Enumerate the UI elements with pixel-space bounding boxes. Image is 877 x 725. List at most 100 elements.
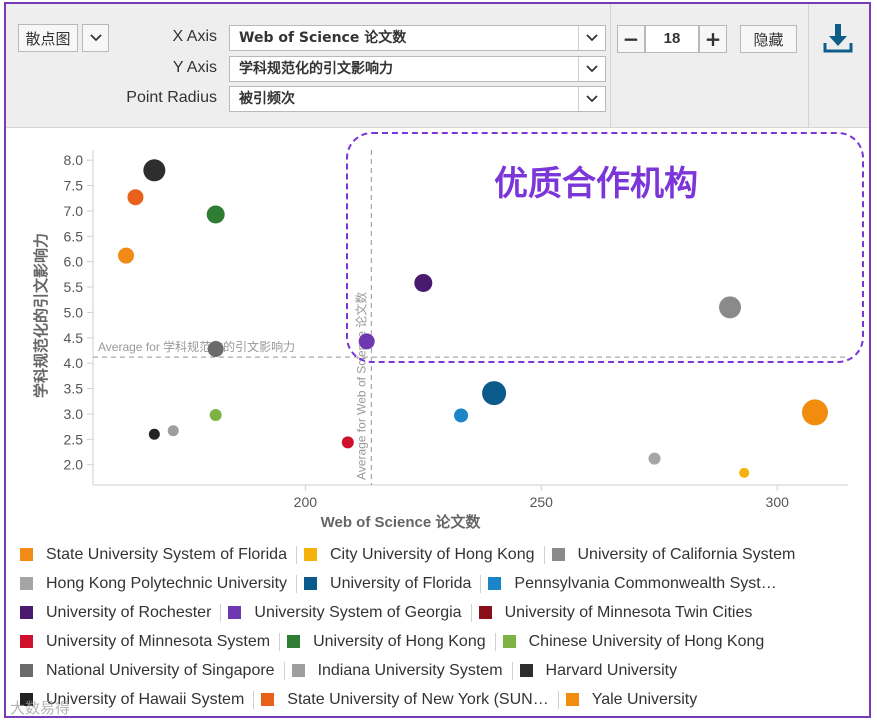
legend-separator (557, 690, 559, 709)
legend-separator (283, 661, 285, 680)
legend-label: University of California System (577, 545, 796, 563)
legend-item[interactable]: University System of Georgia (228, 603, 462, 622)
legend-label: Yale University (591, 690, 698, 708)
y-tick-label: 2.5 (64, 431, 84, 447)
legend-separator (470, 603, 472, 622)
legend-item[interactable]: State University of New York (SUN… (261, 690, 549, 709)
legend-item[interactable]: University of Minnesota Twin Cities (478, 603, 753, 622)
legend-row: University of Rochester University System… (20, 598, 865, 627)
y-tick-label: 5.0 (64, 304, 84, 320)
data-point[interactable] (454, 408, 469, 423)
legend-label: University of Hawaii System (46, 690, 245, 708)
y-tick-label: 7.0 (64, 203, 84, 219)
data-point[interactable] (143, 159, 166, 182)
data-point[interactable] (118, 247, 135, 264)
legend-item[interactable]: City University of Hong Kong (303, 545, 535, 564)
legend-separator (480, 574, 482, 593)
legend-swatch (20, 664, 33, 677)
data-point[interactable] (127, 189, 144, 206)
y-tick-label: 7.5 (64, 178, 84, 194)
y-tick-label: 4.5 (64, 330, 84, 346)
legend-item[interactable]: Chinese University of Hong Kong (502, 632, 765, 651)
legend-label: State University System of Florida (46, 545, 287, 563)
legend-item[interactable]: University of Florida (304, 575, 471, 593)
legend-swatch (478, 606, 492, 619)
x-tick-label: 200 (294, 494, 318, 510)
legend-item[interactable]: National University of Singapore (20, 662, 275, 680)
legend-label: Hong Kong Polytechnic University (46, 574, 288, 592)
y-tick-label: 8.0 (64, 152, 84, 168)
y-tick-label: 3.5 (64, 381, 84, 397)
data-point[interactable] (801, 399, 828, 426)
legend-separator (253, 690, 255, 709)
y-tick-label: 6.0 (64, 254, 84, 270)
data-point[interactable] (482, 381, 507, 406)
legend-item[interactable]: Pennsylvania Commonwealth Syst… (488, 574, 777, 593)
legend-item[interactable]: Yale University (565, 690, 698, 709)
chart-legend: State University System of Florida City U… (20, 540, 865, 714)
y-tick-label: 6.5 (64, 228, 84, 244)
y-axis-title: 学科规范化的引文影响力 (32, 233, 50, 398)
legend-label: National University of Singapore (46, 661, 275, 679)
legend-swatch (291, 664, 305, 677)
legend-item[interactable]: University of California System (551, 545, 796, 564)
legend-swatch (304, 577, 318, 590)
legend-row: University of Hawaii System State Univers… (20, 685, 865, 714)
legend-swatch (228, 606, 242, 619)
y-tick-label: 2.0 (64, 457, 84, 473)
legend-swatch (551, 548, 565, 561)
legend-swatch (287, 635, 301, 648)
legend-label: Chinese University of Hong Kong (528, 632, 765, 650)
legend-separator (543, 545, 545, 564)
average-y-label: Average for 学科规范化的引文影响力 (98, 339, 295, 354)
legend-swatch (488, 577, 502, 590)
legend-item[interactable]: Indiana University System (291, 662, 503, 680)
y-tick-label: 3.0 (64, 406, 84, 422)
legend-swatch (303, 548, 317, 561)
legend-row: National University of Singapore Indiana … (20, 656, 865, 685)
data-point[interactable] (207, 340, 224, 357)
legend-label: Pennsylvania Commonwealth Syst… (514, 574, 777, 592)
legend-separator (296, 574, 298, 593)
legend-row: Hong Kong Polytechnic University Universi… (20, 569, 865, 598)
legend-separator (511, 661, 513, 680)
legend-separator (279, 632, 281, 651)
data-point[interactable] (648, 452, 661, 465)
legend-item[interactable]: University of Minnesota System (20, 633, 270, 651)
x-tick-label: 250 (530, 494, 554, 510)
legend-separator (494, 632, 496, 651)
legend-swatch (565, 693, 579, 706)
watermark-text: 大数易得 (10, 699, 71, 717)
legend-swatch (519, 664, 533, 677)
data-point[interactable] (167, 425, 179, 437)
data-point[interactable] (148, 428, 160, 440)
data-point[interactable] (209, 408, 222, 421)
legend-label: University of Rochester (46, 603, 212, 621)
legend-item[interactable]: State University System of Florida (20, 546, 287, 564)
legend-separator (220, 603, 222, 622)
legend-label: City University of Hong Kong (329, 545, 535, 563)
data-point[interactable] (206, 205, 225, 224)
high-quality-partners-label: 优质合作机构 (494, 164, 698, 204)
legend-item[interactable]: Hong Kong Polytechnic University (20, 575, 287, 593)
x-axis-title: Web of Science 论文数 (321, 513, 482, 531)
x-tick-label: 300 (766, 494, 790, 510)
legend-item[interactable]: University of Rochester (20, 604, 211, 622)
legend-label: University of Florida (330, 574, 472, 592)
legend-swatch (261, 693, 275, 706)
legend-label: Harvard University (545, 661, 678, 679)
data-point[interactable] (739, 467, 750, 478)
legend-label: State University of New York (SUN… (287, 690, 549, 708)
legend-swatch (502, 635, 516, 648)
legend-swatch (20, 577, 33, 590)
data-point[interactable] (341, 436, 354, 449)
legend-row: State University System of Florida City U… (20, 540, 865, 569)
legend-label: University of Hong Kong (313, 632, 486, 650)
legend-label: University of Minnesota System (46, 632, 271, 650)
legend-item[interactable]: University of Hong Kong (287, 633, 486, 651)
legend-label: University of Minnesota Twin Cities (504, 603, 753, 621)
legend-label: University System of Georgia (254, 603, 462, 621)
legend-row: University of Minnesota System University… (20, 627, 865, 656)
legend-item[interactable]: Harvard University (519, 661, 678, 680)
legend-swatch (20, 548, 33, 561)
